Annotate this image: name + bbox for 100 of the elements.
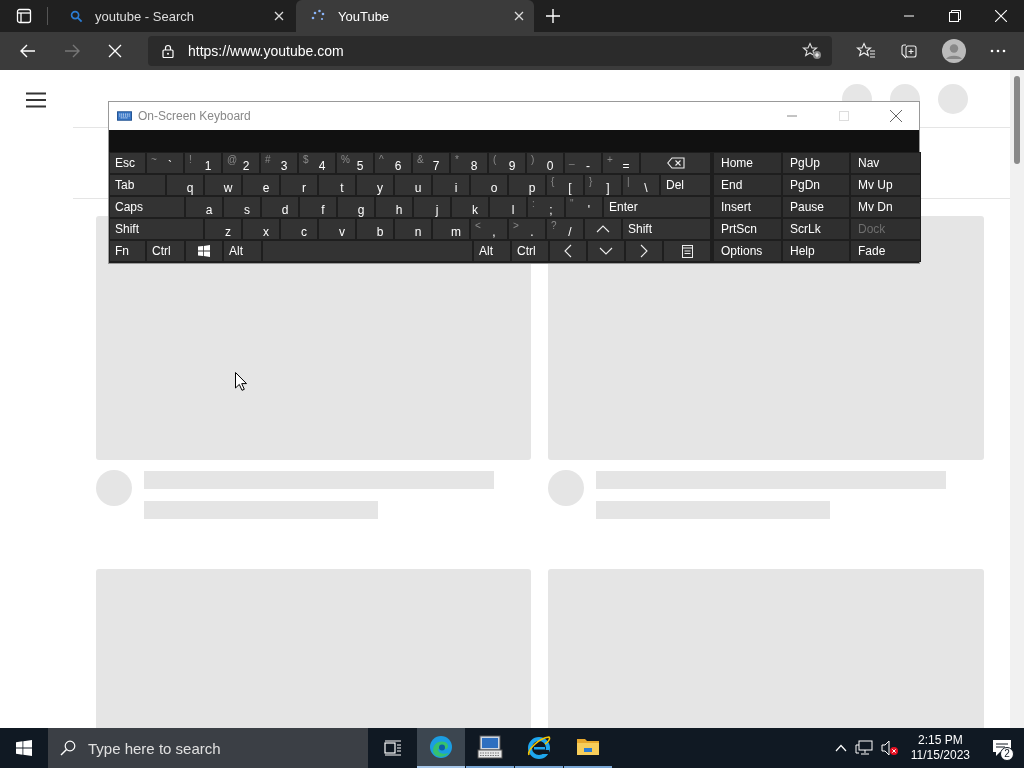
menu-icon[interactable] <box>26 91 46 108</box>
keyboard-key[interactable]: b <box>356 218 394 240</box>
keyboard-key[interactable]: End <box>713 174 782 196</box>
task-view-icon[interactable] <box>384 740 402 756</box>
keyboard-key[interactable]: z <box>204 218 242 240</box>
keyboard-key[interactable]: n <box>394 218 432 240</box>
keyboard-key[interactable]: i <box>432 174 470 196</box>
keyboard-key[interactable]: | \ <box>622 174 660 196</box>
keyboard-key[interactable]: s <box>223 196 261 218</box>
stop-icon[interactable] <box>108 44 122 58</box>
keyboard-key[interactable]: { [ <box>546 174 584 196</box>
keyboard-key[interactable]: m <box>432 218 470 240</box>
favorites-icon[interactable] <box>856 42 876 60</box>
keyboard-key[interactable]: Mv Dn <box>850 196 921 218</box>
browser-tab[interactable]: YouTube <box>296 0 534 32</box>
keyboard-key[interactable]: + = <box>602 152 640 174</box>
address-bar[interactable]: https://www.youtube.com <box>148 36 832 66</box>
keyboard-key[interactable]: @ 2 <box>222 152 260 174</box>
keyboard-key[interactable]: " ' <box>565 196 603 218</box>
keyboard-key[interactable]: j <box>413 196 451 218</box>
keyboard-key[interactable] <box>663 240 711 262</box>
start-icon[interactable] <box>16 740 32 756</box>
profile-avatar-icon[interactable] <box>942 39 966 63</box>
collections-icon[interactable] <box>900 42 918 60</box>
keyboard-key[interactable]: Nav <box>850 152 921 174</box>
close-tab-icon[interactable] <box>514 11 524 21</box>
keyboard-key[interactable]: PgUp <box>782 152 850 174</box>
keyboard-key[interactable]: ( 9 <box>488 152 526 174</box>
more-icon[interactable] <box>990 49 1006 53</box>
scrollbar[interactable] <box>1010 70 1024 728</box>
keyboard-key[interactable]: Caps <box>109 196 185 218</box>
keyboard-key[interactable]: Alt <box>223 240 262 262</box>
keyboard-key[interactable]: Fn <box>109 240 146 262</box>
keyboard-key[interactable]: Esc <box>109 152 146 174</box>
keyboard-key[interactable]: w <box>204 174 242 196</box>
keyboard-key[interactable]: x <box>242 218 280 240</box>
keyboard-key[interactable]: Enter <box>603 196 711 218</box>
network-icon[interactable] <box>854 740 873 756</box>
keyboard-key[interactable]: k <box>451 196 489 218</box>
keyboard-key[interactable]: $ 4 <box>298 152 336 174</box>
keyboard-key[interactable]: t <box>318 174 356 196</box>
tab-actions-icon[interactable] <box>16 8 32 24</box>
keyboard-key[interactable]: ) 0 <box>526 152 564 174</box>
keyboard-key[interactable]: # 3 <box>260 152 298 174</box>
keyboard-key[interactable]: l <box>489 196 527 218</box>
keyboard-key[interactable] <box>640 152 711 174</box>
keyboard-key[interactable]: d <box>261 196 299 218</box>
keyboard-key[interactable]: o <box>470 174 508 196</box>
chevron-up-icon[interactable] <box>834 744 847 752</box>
keyboard-key[interactable]: Mv Up <box>850 174 921 196</box>
muted-speaker-icon[interactable] <box>880 740 899 756</box>
keyboard-key[interactable]: ~ ` <box>146 152 184 174</box>
keyboard-key[interactable]: Del <box>660 174 711 196</box>
keyboard-key[interactable]: Help <box>782 240 850 262</box>
notification-button[interactable]: 2 <box>980 728 1024 768</box>
close-tab-icon[interactable] <box>274 11 284 21</box>
keyboard-key[interactable]: ? / <box>546 218 584 240</box>
keyboard-key[interactable]: _ - <box>564 152 602 174</box>
keyboard-key[interactable]: > . <box>508 218 546 240</box>
keyboard-key[interactable]: q <box>166 174 204 196</box>
scrollbar-thumb[interactable] <box>1014 76 1020 164</box>
keyboard-key[interactable]: PrtScn <box>713 218 782 240</box>
keyboard-key[interactable]: ! 1 <box>184 152 222 174</box>
keyboard-key[interactable]: ScrLk <box>782 218 850 240</box>
keyboard-key[interactable]: f <box>299 196 337 218</box>
keyboard-key[interactable]: Ctrl <box>511 240 549 262</box>
keyboard-key[interactable]: c <box>280 218 318 240</box>
keyboard-key[interactable]: Alt <box>473 240 511 262</box>
keyboard-key[interactable]: Options <box>713 240 782 262</box>
keyboard-key[interactable]: : ; <box>527 196 565 218</box>
clock[interactable]: 2:15 PM 11/15/2023 <box>910 733 970 763</box>
keyboard-key[interactable]: Home <box>713 152 782 174</box>
keyboard-key[interactable]: y <box>356 174 394 196</box>
keyboard-key[interactable]: Ctrl <box>146 240 185 262</box>
keyboard-key[interactable]: p <box>508 174 546 196</box>
browser-tab[interactable]: youtube - Search <box>56 0 294 32</box>
keyboard-key[interactable]: r <box>280 174 318 196</box>
keyboard-key[interactable]: v <box>318 218 356 240</box>
add-favorite-icon[interactable] <box>802 42 822 60</box>
keyboard-key[interactable]: PgDn <box>782 174 850 196</box>
keyboard-key[interactable]: Shift <box>622 218 711 240</box>
keyboard-key[interactable]: Tab <box>109 174 166 196</box>
keyboard-key[interactable]: a <box>185 196 223 218</box>
keyboard-key[interactable]: Shift <box>109 218 204 240</box>
keyboard-key[interactable]: g <box>337 196 375 218</box>
back-icon[interactable] <box>20 43 36 59</box>
keyboard-key[interactable]: Fade <box>850 240 921 262</box>
search-field[interactable]: Type here to search <box>48 728 368 768</box>
keyboard-key[interactable]: u <box>394 174 432 196</box>
keyboard-key[interactable]: * 8 <box>450 152 488 174</box>
keyboard-key[interactable]: % 5 <box>336 152 374 174</box>
keyboard-key[interactable]: ^ 6 <box>374 152 412 174</box>
keyboard-key[interactable]: < , <box>470 218 508 240</box>
keyboard-key[interactable]: & 7 <box>412 152 450 174</box>
keyboard-key[interactable]: e <box>242 174 280 196</box>
keyboard-key[interactable]: Insert <box>713 196 782 218</box>
keyboard-key[interactable] <box>185 240 223 262</box>
new-tab-icon[interactable] <box>546 9 560 23</box>
keyboard-key[interactable]: } ] <box>584 174 622 196</box>
keyboard-key[interactable]: h <box>375 196 413 218</box>
